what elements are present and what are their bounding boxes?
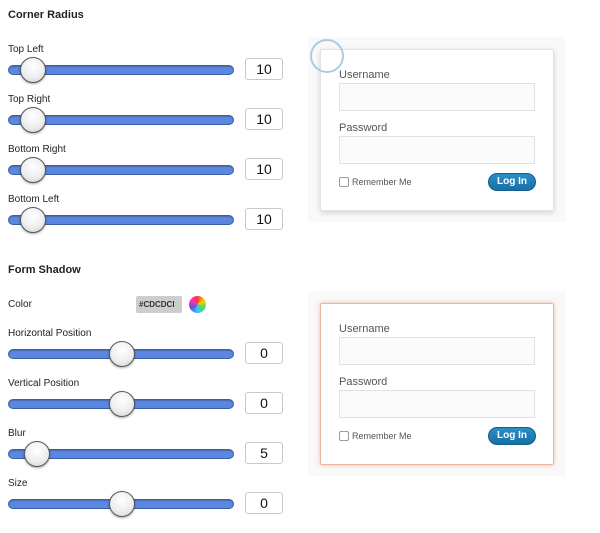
bottom-left-value-input[interactable]: 10 (245, 208, 283, 230)
radius-indicator-icon (310, 39, 344, 73)
slider-bottom-left[interactable] (8, 207, 234, 233)
login-form-preview: Username Password Remember Me Log In (320, 303, 554, 465)
slider-label-top-right: Top Right (8, 94, 51, 105)
username-label: Username (339, 323, 390, 335)
slider-label-size: Size (8, 478, 28, 489)
remember-label: Remember Me (352, 431, 412, 441)
form-shadow-title: Form Shadow (8, 264, 81, 276)
slider-thumb[interactable] (109, 491, 135, 517)
username-input[interactable] (339, 83, 535, 111)
slider-thumb[interactable] (19, 107, 46, 133)
slider-size[interactable] (8, 491, 234, 517)
slider-label-top-left: Top Left (8, 44, 44, 55)
bottom-right-value-input[interactable]: 10 (245, 158, 283, 180)
horizontal-position-value-input[interactable]: 0 (245, 342, 283, 364)
slider-horizontal-position[interactable] (8, 341, 234, 367)
login-button[interactable]: Log In (488, 173, 536, 191)
password-label: Password (339, 376, 388, 388)
slider-label-horizontal-position: Horizontal Position (8, 328, 92, 339)
form-shadow-preview: Username Password Remember Me Log In (308, 291, 566, 476)
slider-vertical-position[interactable] (8, 391, 234, 417)
remember-checkbox[interactable] (339, 177, 349, 187)
slider-thumb[interactable] (109, 391, 135, 417)
remember-me[interactable]: Remember Me (339, 177, 412, 187)
slider-label-blur: Blur (8, 428, 26, 439)
remember-checkbox[interactable] (339, 431, 349, 441)
slider-label-vertical-position: Vertical Position (8, 378, 80, 389)
top-left-value-input[interactable]: 10 (245, 58, 283, 80)
vertical-position-value-input[interactable]: 0 (245, 392, 283, 414)
slider-label-bottom-right: Bottom Right (8, 144, 66, 155)
login-button[interactable]: Log In (488, 427, 536, 445)
login-form-preview: Username Password Remember Me Log In (320, 49, 554, 211)
remember-label: Remember Me (352, 177, 412, 187)
blur-value-input[interactable]: 5 (245, 442, 283, 464)
password-input[interactable] (339, 136, 535, 164)
color-label: Color (8, 299, 32, 310)
slider-top-left[interactable] (8, 57, 234, 83)
password-input[interactable] (339, 390, 535, 418)
color-picker-icon[interactable] (189, 296, 206, 313)
size-value-input[interactable]: 0 (245, 492, 283, 514)
username-input[interactable] (339, 337, 535, 365)
slider-bottom-right[interactable] (8, 157, 234, 183)
slider-thumb[interactable] (19, 57, 46, 83)
slider-top-right[interactable] (8, 107, 234, 133)
slider-thumb[interactable] (23, 441, 50, 467)
slider-thumb[interactable] (109, 341, 135, 367)
username-label: Username (339, 69, 390, 81)
corner-radius-preview: Username Password Remember Me Log In (308, 37, 566, 222)
slider-thumb[interactable] (19, 157, 46, 183)
slider-label-bottom-left: Bottom Left (8, 194, 60, 205)
slider-blur[interactable] (8, 441, 234, 467)
remember-me[interactable]: Remember Me (339, 431, 412, 441)
corner-radius-title: Corner Radius (8, 9, 84, 21)
top-right-value-input[interactable]: 10 (245, 108, 283, 130)
password-label: Password (339, 122, 388, 134)
slider-thumb[interactable] (19, 207, 46, 233)
shadow-color-input[interactable]: #CDCDCI (136, 296, 182, 313)
